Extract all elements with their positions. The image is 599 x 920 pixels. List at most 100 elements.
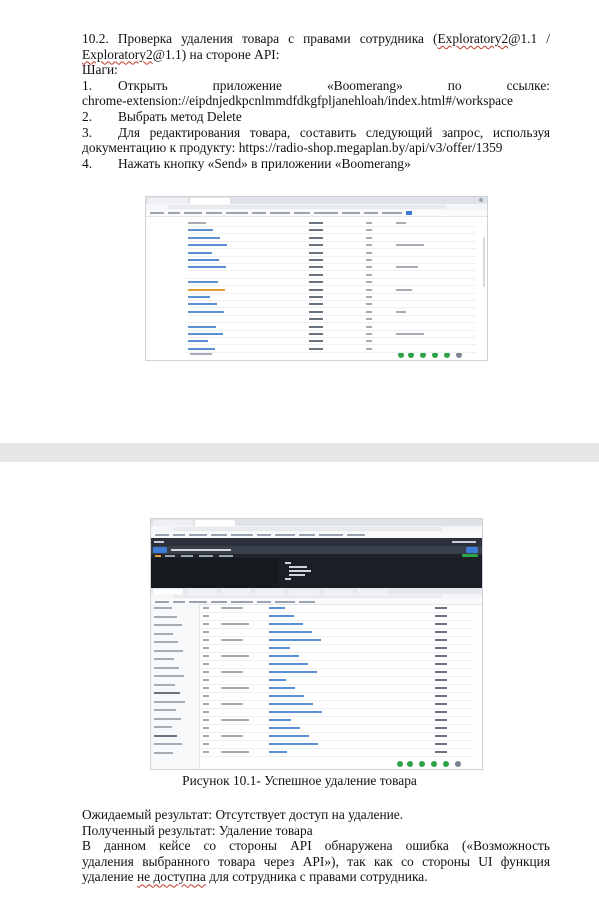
thumbnail-text-line: [154, 734, 177, 737]
thumbnail-text-line: [188, 281, 218, 284]
boomerang-header: [151, 538, 482, 546]
thumbnail-text-line: [366, 266, 372, 269]
document-page-1: 10.2. Проверка удаления товара с правами…: [0, 0, 599, 443]
thumbnail-text-line: [309, 259, 323, 261]
thumbnail-text-line: [269, 655, 299, 657]
thumbnail-text-line: [366, 259, 372, 261]
thumbnail-text-line: [309, 236, 323, 239]
thumbnail-text-line: [366, 244, 372, 247]
step-number: 2.: [82, 108, 93, 124]
thumbnail-text-line: [188, 296, 210, 298]
thumbnail-text-line: [203, 623, 209, 625]
thumbnail-text-line: [221, 607, 243, 609]
thumbnail-text-line: [188, 340, 208, 343]
thumbnail-text-line: [269, 743, 318, 745]
row-separator: [201, 707, 473, 709]
note-line3: удаление не доступна для сотрудника с пр…: [82, 869, 428, 885]
row-separator: [186, 314, 476, 316]
send-button[interactable]: [466, 547, 478, 553]
thumbnail-text-line: [203, 743, 209, 745]
thumbnail-text-line: [366, 251, 372, 254]
expected-result: Ожидаемый результат: Отсутствует доступ …: [82, 807, 404, 822]
row-separator: [186, 337, 476, 338]
thumbnail-text-line: [396, 288, 412, 291]
delete-method-select[interactable]: [153, 547, 167, 553]
thumbnail-text-line: [221, 639, 243, 641]
thumbnail-text-line: [309, 347, 323, 350]
thumbnail-text-line: [309, 266, 323, 269]
thumbnail-text-line: [269, 711, 322, 713]
request-editor[interactable]: [151, 558, 279, 588]
thumbnail-text-line: [396, 222, 406, 224]
thumbnail-text-line: [154, 717, 181, 720]
test-case-text: 10.2. Проверка удаления товара с правами…: [82, 31, 550, 171]
results-text: Ожидаемый результат: Отсутствует доступ …: [82, 807, 550, 885]
actual-result: Полученный результат: Удаление товара: [82, 822, 313, 838]
thumbnail-text-line: [269, 727, 300, 729]
thumbnail-text-line: [154, 615, 177, 618]
thumbnail-text-line: [435, 751, 447, 753]
step-3: 3. Для редактирования товара, составить …: [82, 125, 550, 141]
row-separator: [186, 255, 476, 257]
note-line1: В данном кейсе со стороны API обнаружена…: [82, 838, 550, 854]
thumbnail-text-line: [203, 727, 209, 729]
thumbnail-text-line: [309, 303, 323, 306]
thumbnail-text-line: [154, 658, 174, 660]
thumbnail-text-line: [188, 303, 217, 306]
thumbnail-text-line: [309, 318, 323, 321]
thumbnail-text-line: [221, 735, 243, 737]
thumbnail-text-line: [154, 726, 172, 728]
thumbnail-text-line: [154, 683, 175, 686]
row-separator: [201, 715, 473, 717]
thumbnail-text-line: [309, 222, 323, 224]
thumbnail-text-line: [366, 318, 372, 321]
thumbnail-text-line: [221, 687, 249, 689]
thumbnail-text-line: [366, 236, 372, 239]
thumbnail-text-line: [154, 624, 182, 626]
thumbnail-text-line: [203, 663, 209, 665]
figure-caption: Рисунок 10.1- Успешное удаление товара: [182, 773, 417, 788]
thumbnail-text-line: [435, 695, 447, 697]
row-separator: [201, 675, 473, 677]
thumbnail-text-line: [188, 229, 213, 232]
thumbnail-text-line: [309, 325, 323, 328]
row-separator: [201, 659, 473, 661]
thumbnail-text-line: [269, 703, 313, 705]
thumbnail-text-line: [221, 751, 249, 753]
row-separator: [201, 667, 473, 669]
row-separator: [186, 248, 476, 250]
thumbnail-text-line: [309, 296, 323, 298]
thumbnail-text-line: [366, 229, 372, 232]
step-1-url: chrome-extension://eipdnjedkpcnlmmdfdkgf…: [82, 93, 513, 109]
thumbnail-text-line: [366, 222, 372, 224]
thumbnail-text-line: [221, 623, 249, 625]
thumbnail-text-line: [154, 709, 176, 711]
thumbnail-text-line: [396, 244, 424, 247]
status-badge: [462, 554, 478, 557]
thumbnail-text-line: [203, 735, 209, 737]
thumbnail-text-line: [435, 663, 447, 665]
row-separator: [186, 233, 476, 235]
thumbnail-text-line: [309, 333, 323, 335]
row-separator: [201, 683, 473, 685]
thumbnail-text-line: [188, 222, 206, 224]
section-heading-line1: 10.2. Проверка удаления товара с правами…: [82, 31, 550, 46]
thumbnail-text-line: [435, 655, 447, 657]
thumbnail-text-line: [269, 735, 309, 737]
thumbnail-text-line: [269, 671, 317, 673]
thumbnail-text-line: [154, 632, 173, 635]
thumbnail-text-line: [221, 671, 243, 673]
thumbnail-text-line: [269, 615, 294, 617]
note-line2: удаления выбранного товара через API»), …: [82, 853, 550, 869]
document-page-2: Рисунок 10.1- Успешное удаление товара О…: [0, 462, 599, 920]
thumbnail-text-line: [154, 751, 173, 754]
thumbnail-text-line: [309, 251, 323, 254]
row-separator: [186, 263, 476, 264]
browser-tab-bar: [151, 519, 482, 526]
side-menu: [151, 604, 200, 769]
thumbnail-text-line: [188, 251, 212, 254]
screenshot-boomerang-delete: [150, 518, 483, 770]
row-separator: [201, 731, 473, 733]
thumbnail-text-line: [396, 333, 424, 335]
thumbnail-text-line: [366, 296, 372, 298]
